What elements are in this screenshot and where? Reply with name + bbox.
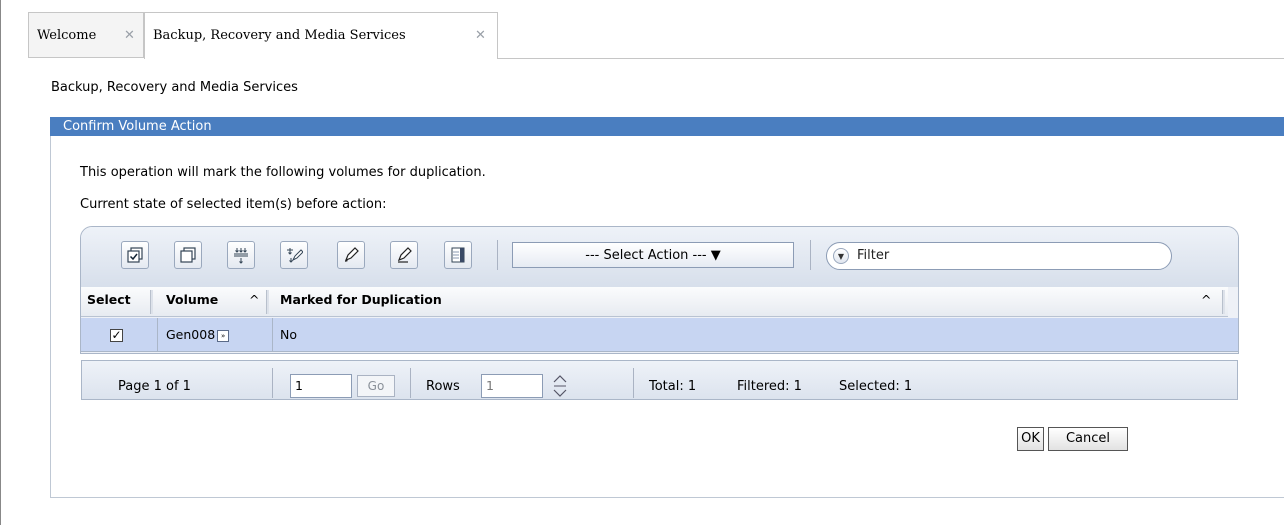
column-divider xyxy=(1222,290,1225,314)
ok-button[interactable]: OK xyxy=(1017,427,1044,451)
pager-separator xyxy=(272,368,273,398)
cancel-button[interactable]: Cancel xyxy=(1048,427,1128,451)
page-indicator: Page 1 of 1 xyxy=(118,379,191,394)
tab-welcome[interactable]: Welcome ✕ xyxy=(28,12,144,58)
collapse-icon[interactable] xyxy=(227,241,255,269)
edit-filter-icon[interactable] xyxy=(337,241,365,269)
filter-placeholder: Filter xyxy=(857,248,890,263)
tab-label: Welcome xyxy=(37,28,97,43)
column-chooser-icon[interactable] xyxy=(444,241,472,269)
pager-separator xyxy=(633,368,634,398)
row-checkbox[interactable]: ✓ xyxy=(110,329,123,342)
toolbar-separator xyxy=(497,240,498,270)
state-label: Current state of selected item(s) before… xyxy=(80,197,387,212)
close-icon[interactable]: ✕ xyxy=(475,13,486,59)
tab-underline xyxy=(498,58,1284,59)
column-header-volume[interactable]: Volume xyxy=(162,287,252,317)
close-icon[interactable]: ✕ xyxy=(124,13,135,59)
sort-ascending-icon[interactable]: ^ xyxy=(245,287,265,317)
cell-divider xyxy=(272,318,273,352)
window-left-border xyxy=(0,0,1,525)
rows-label: Rows xyxy=(426,379,460,394)
rows-input[interactable]: 1 xyxy=(481,374,543,398)
toolbar-separator xyxy=(810,240,811,270)
page-number-input[interactable]: 1 xyxy=(290,374,352,398)
selected-count: Selected: 1 xyxy=(839,379,913,394)
select-action-dropdown[interactable]: --- Select Action --- ▼ xyxy=(512,242,794,268)
filter-input[interactable]: ▼ Filter xyxy=(826,242,1172,270)
total-count: Total: 1 xyxy=(649,379,697,394)
select-all-icon[interactable] xyxy=(121,241,149,269)
chevron-up-icon[interactable]: ^ xyxy=(1197,287,1217,317)
volume-name[interactable]: Gen008 xyxy=(166,327,215,342)
clear-filter-icon[interactable] xyxy=(390,241,418,269)
page-title: Backup, Recovery and Media Services xyxy=(51,80,298,95)
pager-separator xyxy=(410,368,411,398)
tab-label: Backup, Recovery and Media Services xyxy=(153,28,406,43)
panel-title: Confirm Volume Action xyxy=(50,117,1284,136)
volume-cell: Gen008» xyxy=(162,318,262,352)
filtered-count: Filtered: 1 xyxy=(737,379,802,394)
confirm-message: This operation will mark the following v… xyxy=(80,165,486,180)
column-header-select[interactable]: Select xyxy=(83,287,149,317)
edit-sort-icon[interactable] xyxy=(280,241,308,269)
column-divider[interactable] xyxy=(150,290,153,314)
chevron-down-icon[interactable]: ▼ xyxy=(833,248,849,264)
tab-backup-recovery[interactable]: Backup, Recovery and Media Services ✕ xyxy=(144,12,498,59)
deselect-all-icon[interactable] xyxy=(174,241,202,269)
go-button[interactable]: Go xyxy=(357,375,395,397)
cell-divider xyxy=(157,318,158,352)
column-divider[interactable] xyxy=(266,290,269,314)
link-icon[interactable]: » xyxy=(217,329,230,342)
rows-stepper[interactable] xyxy=(552,372,568,400)
column-header-marked[interactable]: Marked for Duplication xyxy=(276,287,676,317)
marked-cell: No xyxy=(280,327,297,342)
